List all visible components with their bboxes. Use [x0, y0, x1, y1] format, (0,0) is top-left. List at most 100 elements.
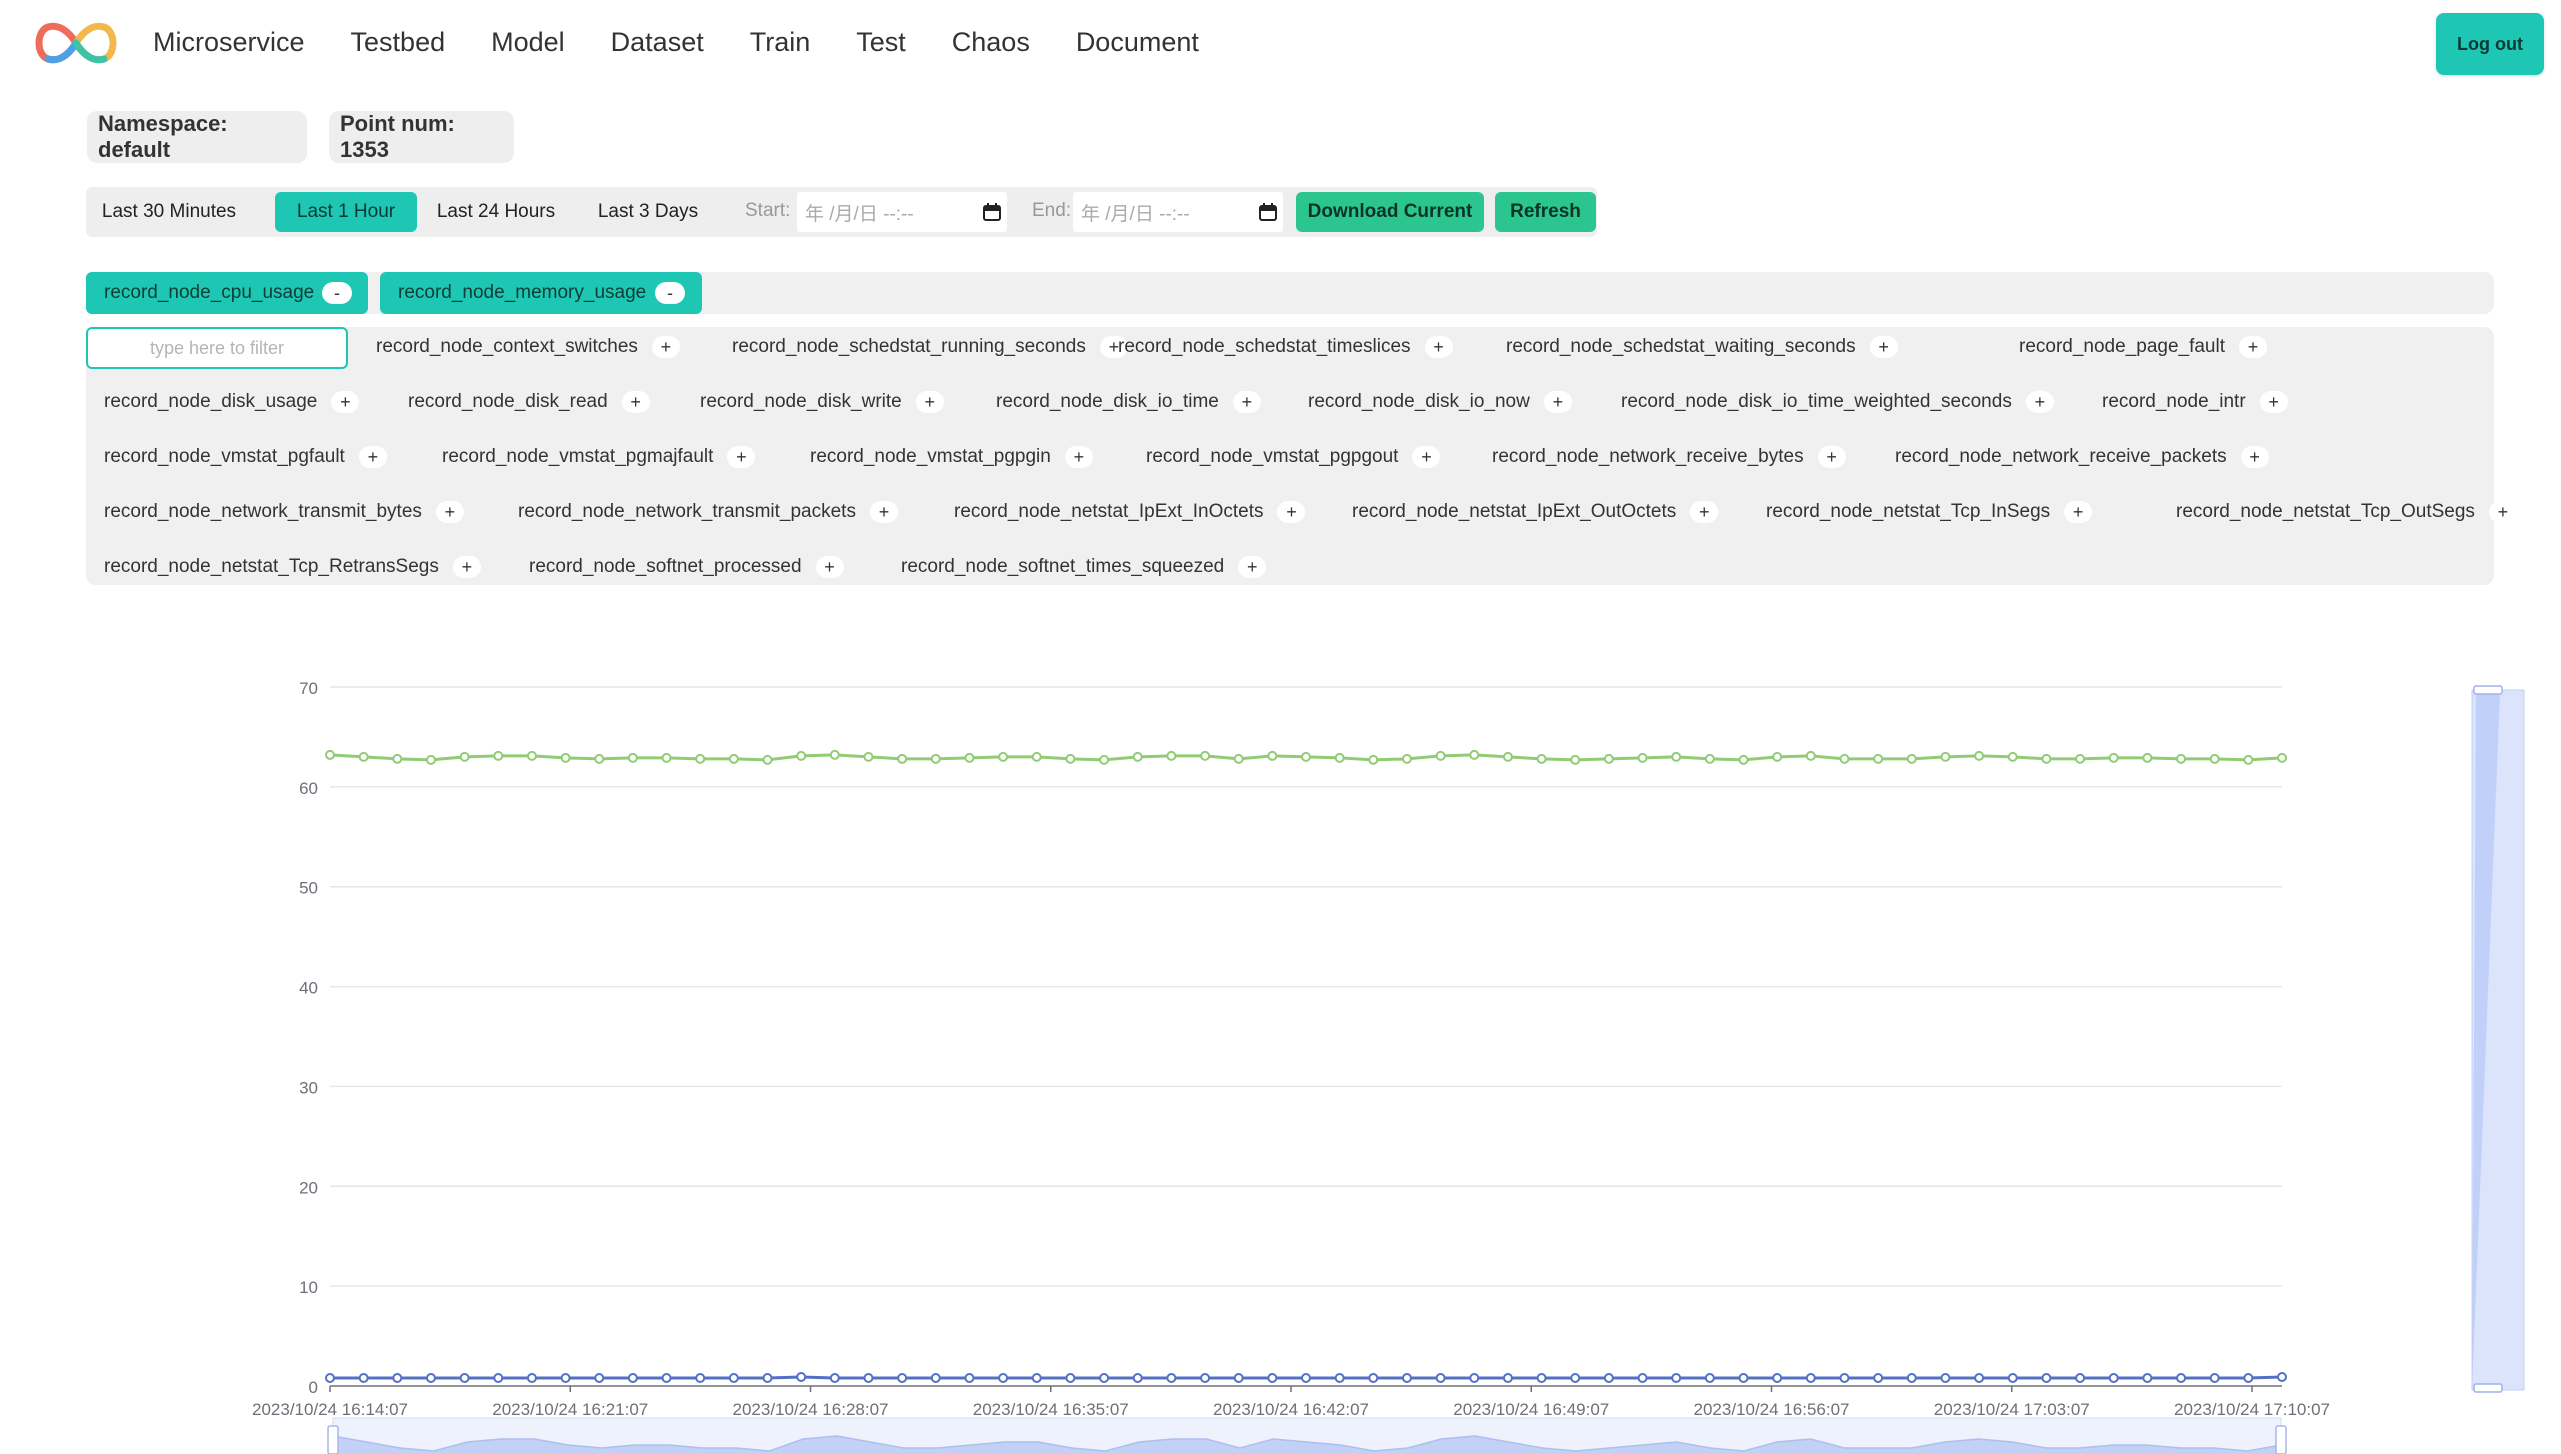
add-metric-button[interactable]: +: [1238, 556, 1267, 578]
data-point[interactable]: [1536, 1373, 1547, 1384]
refresh-button[interactable]: Refresh: [1495, 192, 1596, 232]
data-point[interactable]: [425, 1373, 436, 1384]
data-point[interactable]: [728, 753, 739, 764]
data-point[interactable]: [1435, 750, 1446, 761]
data-point[interactable]: [998, 1373, 1009, 1384]
data-point[interactable]: [863, 1373, 874, 1384]
data-point[interactable]: [762, 1373, 773, 1384]
data-point[interactable]: [1704, 753, 1715, 764]
data-point[interactable]: [1401, 1373, 1412, 1384]
data-point[interactable]: [2007, 751, 2018, 762]
data-point[interactable]: [1974, 1373, 1985, 1384]
data-point[interactable]: [1738, 1373, 1749, 1384]
data-point[interactable]: [695, 753, 706, 764]
data-point[interactable]: [1940, 1373, 1951, 1384]
calendar-icon[interactable]: [983, 203, 1001, 221]
data-point[interactable]: [2277, 1372, 2287, 1383]
data-point[interactable]: [2041, 1373, 2052, 1384]
data-point[interactable]: [2075, 1373, 2086, 1384]
data-point[interactable]: [594, 753, 605, 764]
data-point[interactable]: [1805, 750, 1816, 761]
data-point[interactable]: [1772, 751, 1783, 762]
add-metric-button[interactable]: +: [915, 391, 944, 413]
nav-chaos[interactable]: Chaos: [952, 22, 1030, 62]
data-point[interactable]: [2108, 1373, 2119, 1384]
add-metric-button[interactable]: +: [452, 556, 481, 578]
data-point[interactable]: [1368, 754, 1379, 765]
data-point[interactable]: [560, 752, 571, 763]
data-point[interactable]: [1873, 753, 1884, 764]
calendar-icon[interactable]: [1259, 203, 1277, 221]
nav-model[interactable]: Model: [491, 22, 565, 62]
data-point[interactable]: [1839, 753, 1850, 764]
nav-test[interactable]: Test: [856, 22, 906, 62]
nav-microservice[interactable]: Microservice: [153, 22, 305, 62]
data-point[interactable]: [1671, 1373, 1682, 1384]
add-metric-button[interactable]: +: [2240, 446, 2269, 468]
start-date-input[interactable]: 年 /月/日 --:--: [797, 192, 1007, 232]
remove-metric-button[interactable]: -: [322, 282, 352, 304]
data-point[interactable]: [1065, 753, 1076, 764]
add-metric-button[interactable]: +: [2064, 501, 2093, 523]
data-point[interactable]: [526, 750, 537, 761]
data-point[interactable]: [863, 751, 874, 762]
data-point[interactable]: [1435, 1373, 1446, 1384]
data-point[interactable]: [1166, 1373, 1177, 1384]
data-point[interactable]: [1805, 1373, 1816, 1384]
data-point[interactable]: [998, 751, 1009, 762]
data-point[interactable]: [2142, 1373, 2153, 1384]
data-point[interactable]: [1099, 1373, 1110, 1384]
data-point[interactable]: [392, 1373, 403, 1384]
data-point[interactable]: [695, 1373, 706, 1384]
data-point[interactable]: [1267, 1373, 1278, 1384]
data-point[interactable]: [1704, 1373, 1715, 1384]
data-point[interactable]: [1603, 753, 1614, 764]
data-point[interactable]: [325, 749, 335, 760]
data-point[interactable]: [1839, 1373, 1850, 1384]
range-last-24-hours-button[interactable]: Last 24 Hours: [425, 192, 567, 232]
data-point[interactable]: [1570, 754, 1581, 765]
data-point[interactable]: [1738, 754, 1749, 765]
data-point[interactable]: [762, 754, 773, 765]
vertical-zoom-handle-top[interactable]: [2473, 685, 2503, 695]
data-point[interactable]: [627, 752, 638, 763]
data-point[interactable]: [1166, 750, 1177, 761]
add-metric-button[interactable]: +: [1277, 501, 1306, 523]
data-point[interactable]: [1401, 753, 1412, 764]
add-metric-button[interactable]: +: [1412, 446, 1441, 468]
data-point[interactable]: [627, 1373, 638, 1384]
data-point[interactable]: [459, 1373, 470, 1384]
data-point[interactable]: [2176, 753, 2187, 764]
add-metric-button[interactable]: +: [1232, 391, 1261, 413]
data-point[interactable]: [1502, 1373, 1513, 1384]
add-metric-button[interactable]: +: [2488, 501, 2517, 523]
data-point[interactable]: [1536, 753, 1547, 764]
data-point[interactable]: [661, 1373, 672, 1384]
data-point[interactable]: [1637, 752, 1648, 763]
data-point[interactable]: [930, 753, 941, 764]
zoom-handle-left[interactable]: [327, 1425, 339, 1454]
add-metric-button[interactable]: +: [2025, 391, 2054, 413]
data-point[interactable]: [2142, 752, 2153, 763]
data-point[interactable]: [1469, 1373, 1480, 1384]
add-metric-button[interactable]: +: [869, 501, 898, 523]
data-point[interactable]: [358, 1373, 369, 1384]
data-point[interactable]: [1603, 1373, 1614, 1384]
data-point[interactable]: [2007, 1373, 2018, 1384]
data-point[interactable]: [1200, 1373, 1211, 1384]
data-point[interactable]: [2243, 1373, 2254, 1384]
add-metric-button[interactable]: +: [815, 556, 844, 578]
add-metric-button[interactable]: +: [2239, 336, 2268, 358]
data-point[interactable]: [1233, 753, 1244, 764]
data-point[interactable]: [829, 1373, 840, 1384]
data-point[interactable]: [2243, 754, 2254, 765]
data-point[interactable]: [2041, 753, 2052, 764]
data-point[interactable]: [661, 752, 672, 763]
data-point[interactable]: [1906, 1373, 1917, 1384]
add-metric-button[interactable]: +: [2259, 391, 2288, 413]
data-point[interactable]: [964, 752, 975, 763]
range-last-3-days-button[interactable]: Last 3 Days: [585, 192, 711, 232]
data-point[interactable]: [796, 1372, 807, 1383]
data-point[interactable]: [1974, 750, 1985, 761]
data-point[interactable]: [2176, 1373, 2187, 1384]
